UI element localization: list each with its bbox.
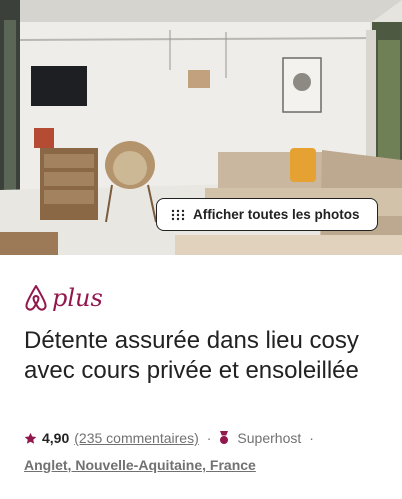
airbnb-plus-logo: plus xyxy=(25,284,102,312)
brand-plus-label: plus xyxy=(52,284,102,312)
listing-hero-photo[interactable]: Afficher toutes les photos xyxy=(0,0,402,255)
rating-value: 4,90 xyxy=(42,430,70,446)
star-icon xyxy=(24,432,37,444)
airbnb-plus-brand: plus xyxy=(24,281,102,315)
meta-separator: · xyxy=(309,430,314,446)
meta-separator: · xyxy=(206,430,212,446)
superhost-badge: Superhost xyxy=(237,430,302,446)
superhost-medal-icon xyxy=(220,431,229,444)
location-link[interactable]: Anglet, Nouvelle-Aquitaine, France xyxy=(24,457,256,473)
listing-meta: 4,90 (235 commentaires) · Superhost · xyxy=(24,428,322,448)
grid-dots-icon xyxy=(171,209,185,220)
show-all-photos-label: Afficher toutes les photos xyxy=(193,207,360,222)
listing-title: Détente assurée dans lieu cosy avec cour… xyxy=(24,327,359,384)
show-all-photos-button[interactable]: Afficher toutes les photos xyxy=(156,198,378,231)
reviews-link[interactable]: (235 commentaires) xyxy=(74,430,199,446)
